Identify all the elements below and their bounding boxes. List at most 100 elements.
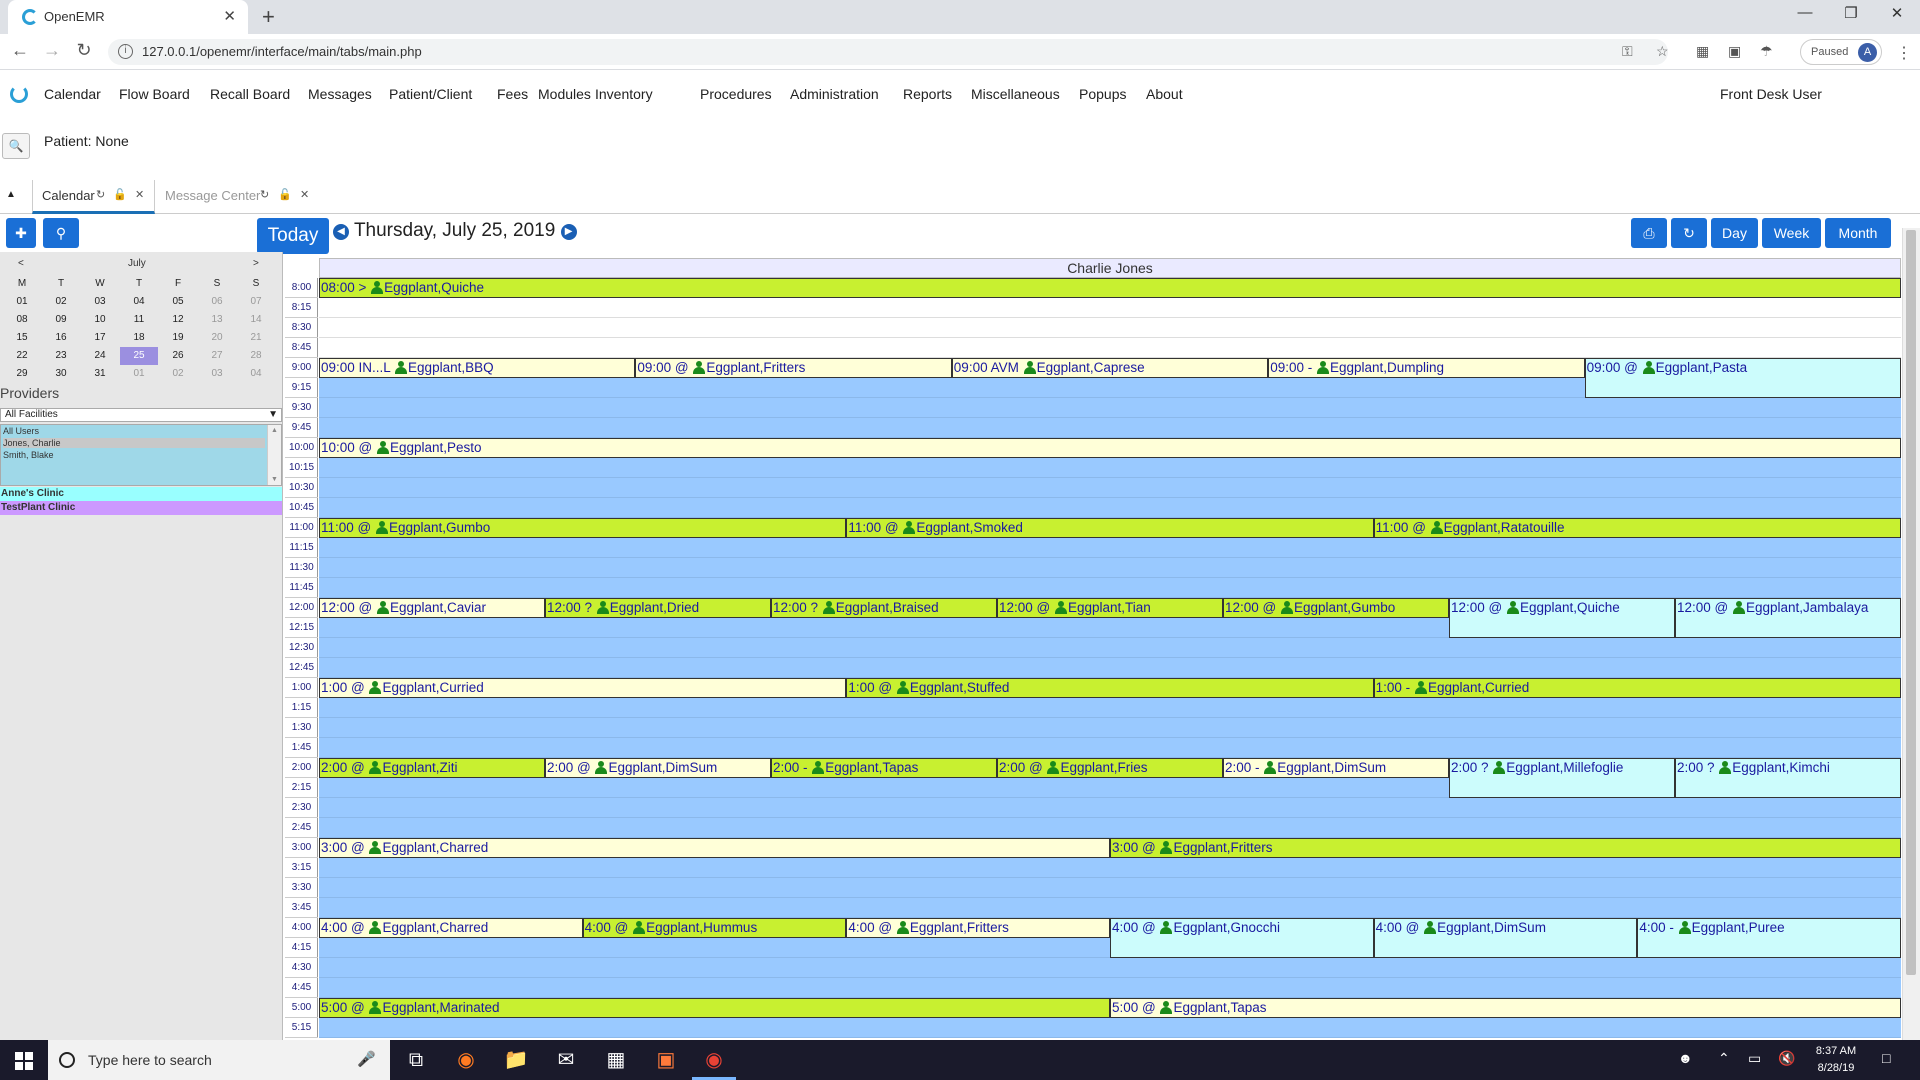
appointment-patient[interactable]: Eggplant,Caprese bbox=[1037, 360, 1145, 375]
time-label[interactable]: 3:30 bbox=[285, 878, 318, 898]
task-view-icon[interactable]: ⧉ bbox=[402, 1046, 430, 1074]
extension-icon[interactable]: ☂ bbox=[1760, 43, 1773, 60]
appointment-patient[interactable]: Eggplant,Hummus bbox=[646, 920, 757, 935]
appointment[interactable]: 2:00 @ Eggplant,Ziti bbox=[319, 758, 545, 778]
appointment-patient[interactable]: Eggplant,Smoked bbox=[916, 520, 1023, 535]
prev-day-icon[interactable]: ◀ bbox=[333, 224, 349, 240]
mini-calendar-day[interactable]: 04 bbox=[120, 293, 158, 311]
appointment-patient[interactable]: Eggplant,Gnocchi bbox=[1173, 920, 1280, 935]
time-slot[interactable] bbox=[319, 718, 1901, 738]
patient-icon[interactable] bbox=[596, 601, 609, 614]
appointment[interactable]: 2:00 - Eggplant,Tapas bbox=[771, 758, 997, 778]
appointment-patient[interactable]: Eggplant,Tapas bbox=[1173, 1000, 1266, 1015]
time-slot[interactable] bbox=[319, 858, 1901, 878]
menu-item-miscellaneous[interactable]: Miscellaneous bbox=[971, 86, 1060, 102]
patient-icon[interactable] bbox=[377, 441, 389, 454]
patient-icon[interactable] bbox=[1264, 761, 1277, 774]
appointment-patient[interactable]: Eggplant,Millefoglie bbox=[1506, 760, 1623, 775]
mini-calendar-day[interactable]: 21 bbox=[237, 329, 275, 347]
mini-calendar-day[interactable]: 29 bbox=[3, 365, 41, 383]
mini-calendar-day[interactable]: 11 bbox=[120, 311, 158, 329]
mini-calendar-day[interactable]: 31 bbox=[81, 365, 119, 383]
appointment-patient[interactable]: Eggplant,Fritters bbox=[706, 360, 805, 375]
appointment-patient[interactable]: Eggplant,Ziti bbox=[382, 760, 457, 775]
menu-item-recall-board[interactable]: Recall Board bbox=[210, 86, 290, 102]
time-slot[interactable] bbox=[319, 898, 1901, 918]
unlock-icon[interactable]: 🔓 bbox=[113, 188, 127, 201]
time-label[interactable]: 2:30 bbox=[285, 798, 318, 818]
appointment[interactable]: 12:00 @ Eggplant,Jambalaya bbox=[1675, 598, 1901, 638]
mini-calendar-day[interactable]: 12 bbox=[159, 311, 197, 329]
appointment-patient[interactable]: Eggplant,Puree bbox=[1692, 920, 1785, 935]
mini-calendar-day[interactable]: 30 bbox=[42, 365, 80, 383]
appointment[interactable]: 3:00 @ Eggplant,Charred bbox=[319, 838, 1110, 858]
time-label[interactable]: 1:30 bbox=[285, 718, 318, 738]
month-view-button[interactable]: Month bbox=[1825, 218, 1891, 248]
mini-calendar-day[interactable]: 26 bbox=[159, 347, 197, 365]
mini-calendar-day[interactable]: 07 bbox=[237, 293, 275, 311]
patient-icon[interactable] bbox=[1023, 361, 1036, 374]
collapse-triangle-icon[interactable]: ▲ bbox=[6, 189, 16, 200]
patient-icon[interactable] bbox=[633, 921, 646, 934]
patient-icon[interactable] bbox=[1414, 681, 1427, 694]
mini-calendar-day[interactable]: 19 bbox=[159, 329, 197, 347]
patient-icon[interactable] bbox=[1507, 601, 1519, 614]
appointment-patient[interactable]: Eggplant,Pesto bbox=[390, 440, 482, 455]
menu-item-calendar[interactable]: Calendar bbox=[44, 86, 101, 102]
mini-calendar-day[interactable]: 02 bbox=[42, 293, 80, 311]
appointment[interactable]: 2:00 - Eggplant,DimSum bbox=[1223, 758, 1449, 778]
extension-icon[interactable]: ▦ bbox=[1696, 43, 1709, 60]
time-label[interactable]: 9:45 bbox=[285, 418, 318, 438]
mini-calendar-day[interactable]: 03 bbox=[81, 293, 119, 311]
time-label[interactable]: 5:15 bbox=[285, 1018, 318, 1038]
appointment-patient[interactable]: Eggplant,Charred bbox=[382, 920, 488, 935]
appointment-patient[interactable]: Eggplant,Stuffed bbox=[910, 680, 1010, 695]
time-label[interactable]: 5:00 bbox=[285, 998, 318, 1018]
patient-icon[interactable] bbox=[369, 841, 382, 854]
mini-calendar-day[interactable]: 25 bbox=[120, 347, 158, 365]
tray-chevron-icon[interactable]: ⌃ bbox=[1718, 1050, 1730, 1067]
appointment[interactable]: 10:00 @ Eggplant,Pesto bbox=[319, 438, 1901, 458]
appointment-patient[interactable]: Eggplant,Tapas bbox=[825, 760, 918, 775]
windows-start-button[interactable] bbox=[0, 1040, 48, 1080]
mini-calendar-day[interactable]: 22 bbox=[3, 347, 41, 365]
patient-icon[interactable] bbox=[369, 921, 382, 934]
time-slot[interactable] bbox=[319, 418, 1901, 438]
patient-icon[interactable] bbox=[1642, 361, 1655, 374]
patient-icon[interactable] bbox=[1733, 601, 1745, 614]
mini-calendar-day[interactable]: 24 bbox=[81, 347, 119, 365]
time-label[interactable]: 11:15 bbox=[285, 538, 318, 558]
menu-item-inventory[interactable]: Inventory bbox=[595, 86, 653, 102]
volume-muted-icon[interactable]: 🔇 bbox=[1778, 1050, 1795, 1067]
next-month-link[interactable]: > bbox=[253, 258, 259, 269]
time-label[interactable]: 1:15 bbox=[285, 698, 318, 718]
appointment-patient[interactable]: Eggplant,Gumbo bbox=[389, 520, 490, 535]
appointment[interactable]: 4:00 @ Eggplant,Hummus bbox=[582, 918, 847, 938]
time-label[interactable]: 9:00 bbox=[285, 358, 318, 378]
patient-icon[interactable] bbox=[903, 521, 916, 534]
appointment[interactable]: 4:00 @ Eggplant,Gnocchi bbox=[1110, 918, 1374, 958]
url-text[interactable]: 127.0.0.1/openemr/interface/main/tabs/ma… bbox=[142, 44, 422, 59]
time-label[interactable]: 10:45 bbox=[285, 498, 318, 518]
mini-calendar-day[interactable]: 18 bbox=[120, 329, 158, 347]
mini-calendar-day[interactable]: 01 bbox=[120, 365, 158, 383]
time-label[interactable]: 8:00 bbox=[285, 278, 318, 298]
appointment[interactable]: 12:00 @ Eggplant,Quiche bbox=[1449, 598, 1675, 638]
mail-icon[interactable]: ✉ bbox=[552, 1046, 580, 1074]
appointment-patient[interactable]: Eggplant,Curried bbox=[382, 680, 483, 695]
appointment[interactable]: 11:00 @ Eggplant,Ratatouille bbox=[1373, 518, 1901, 538]
appointment-patient[interactable]: Eggplant,Caviar bbox=[390, 600, 486, 615]
browser-tab[interactable]: OpenEMR ✕ bbox=[8, 0, 248, 34]
time-label[interactable]: 11:30 bbox=[285, 558, 318, 578]
appointment[interactable]: 2:00 @ Eggplant,DimSum bbox=[545, 758, 771, 778]
time-slot[interactable] bbox=[319, 818, 1901, 838]
appointment-patient[interactable]: Eggplant,Gumbo bbox=[1294, 600, 1395, 615]
time-label[interactable]: 3:45 bbox=[285, 898, 318, 918]
refresh-button[interactable]: ↻ bbox=[1671, 218, 1707, 248]
microphone-icon[interactable]: 🎤 bbox=[357, 1050, 376, 1068]
appointment-patient[interactable]: Eggplant,Tian bbox=[1068, 600, 1151, 615]
mini-calendar-day[interactable]: 20 bbox=[198, 329, 236, 347]
time-label[interactable]: 2:15 bbox=[285, 778, 318, 798]
time-slot[interactable] bbox=[319, 338, 1901, 358]
appointment[interactable]: 5:00 @ Eggplant,Marinated bbox=[319, 998, 1110, 1018]
